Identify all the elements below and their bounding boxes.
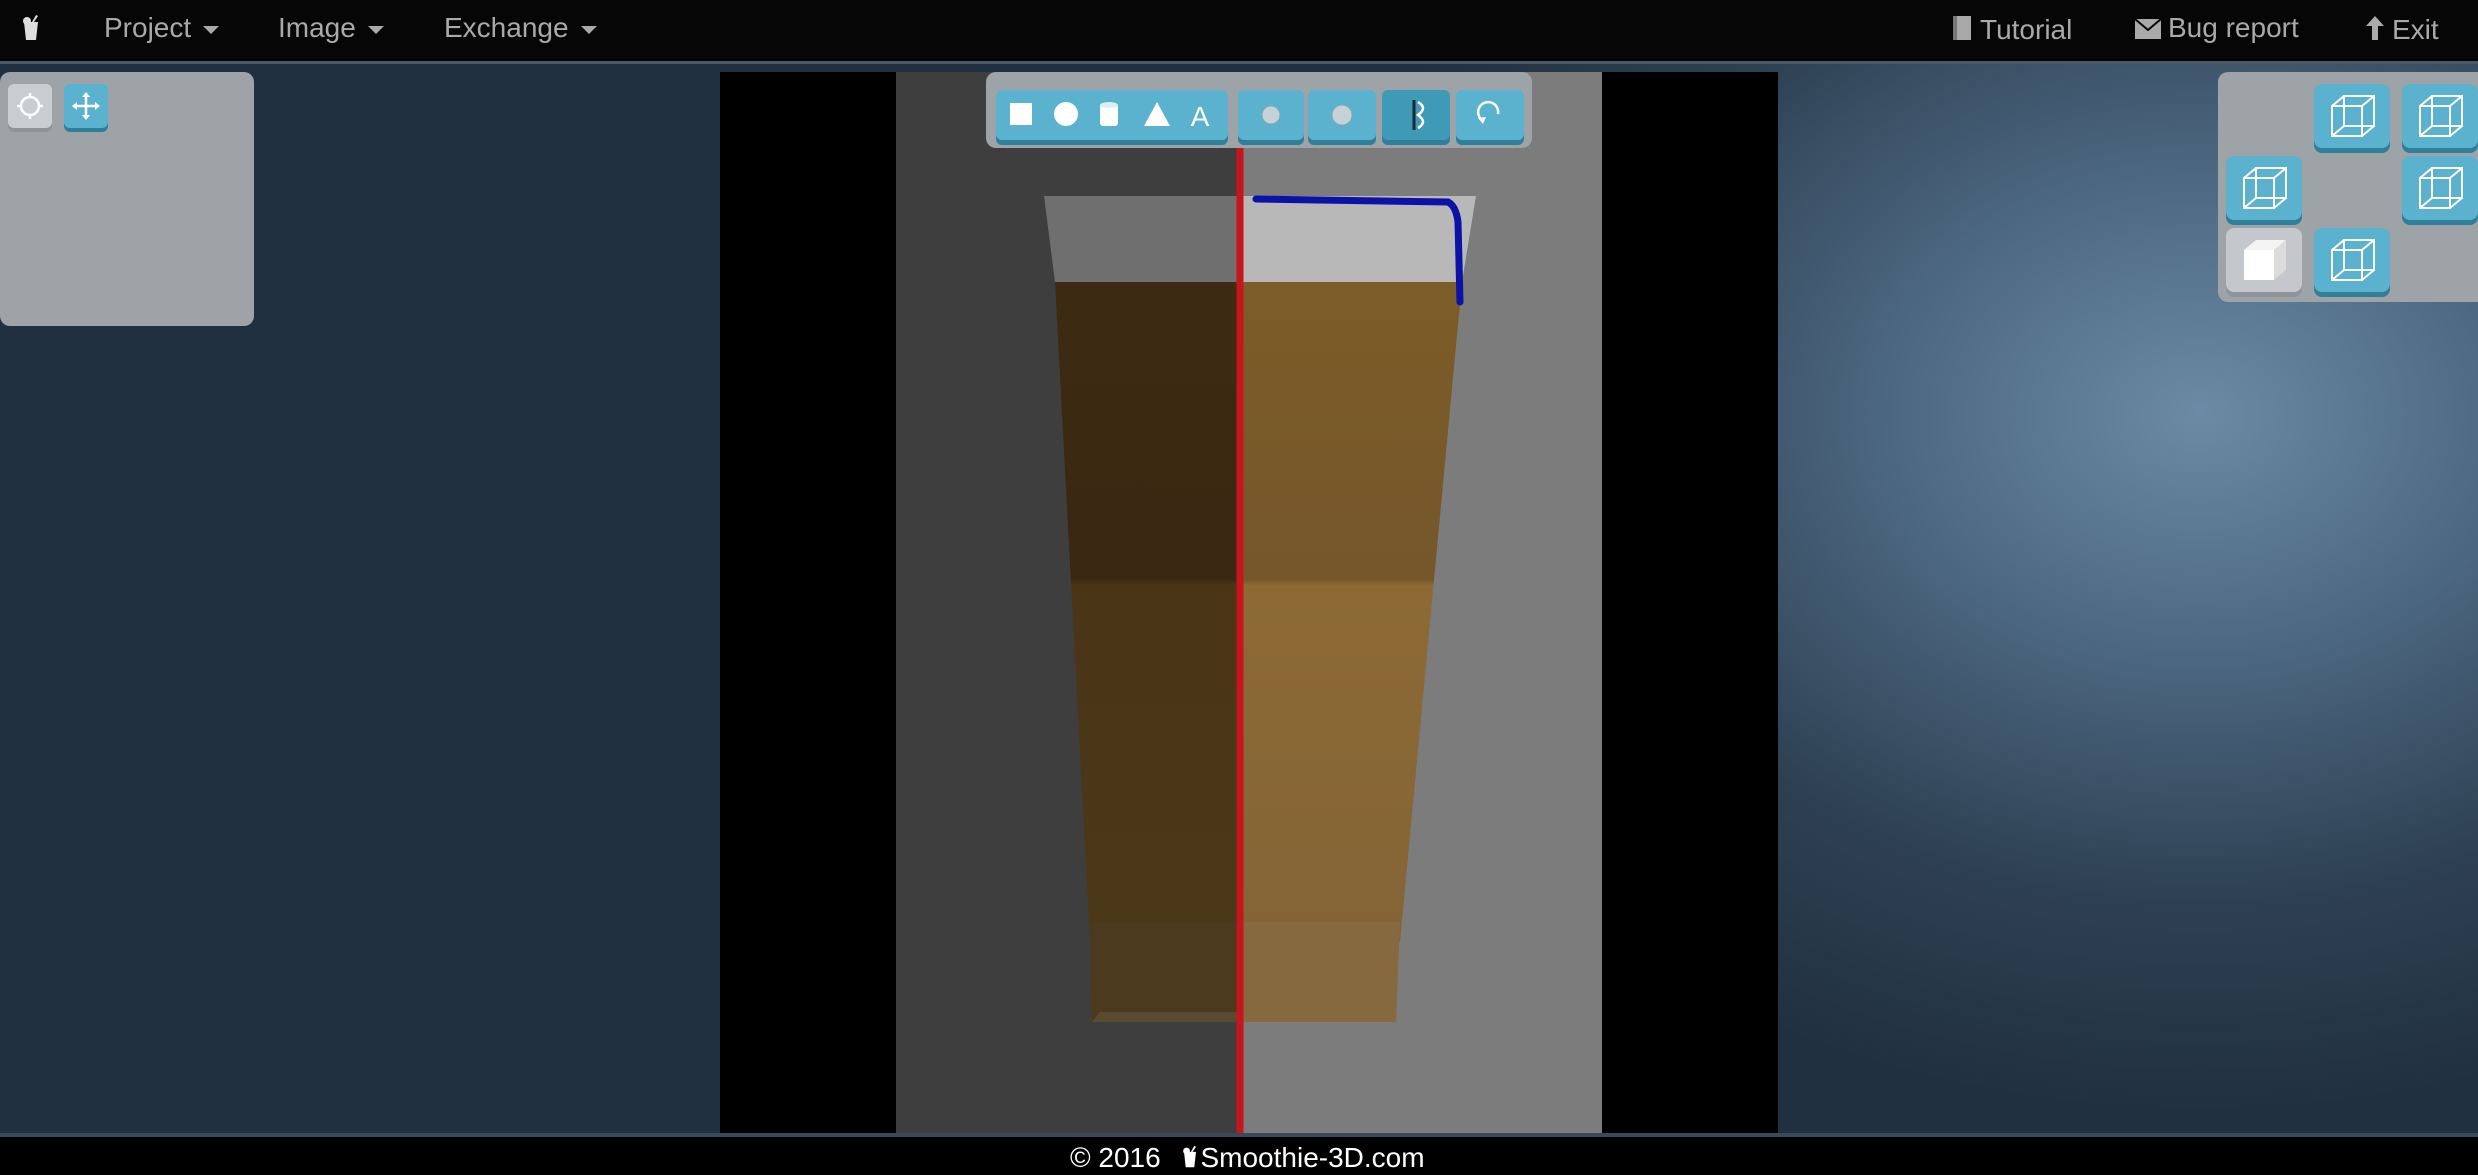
- smooth-icon: [1261, 105, 1281, 125]
- footer-bar: © 2016 Smoothie-3D.com: [0, 1133, 2478, 1175]
- cube-view-icon: [2331, 95, 2375, 137]
- reference-canvas[interactable]: [720, 72, 1778, 1133]
- exit-label: Exit: [2392, 14, 2439, 45]
- select-tool-button[interactable]: [8, 84, 52, 128]
- cube-view-icon: [2419, 95, 2463, 137]
- view-right-button[interactable]: [2402, 156, 2478, 220]
- brand-link[interactable]: Smoothie-3D.com: [1200, 1142, 1424, 1173]
- view-front-button[interactable]: [2314, 84, 2390, 148]
- text-icon[interactable]: A: [1191, 101, 1210, 132]
- inflate-tool-button[interactable]: [1308, 90, 1376, 140]
- menu-exchange[interactable]: Exchange: [444, 14, 597, 42]
- footer: © 2016 Smoothie-3D.com: [1070, 1143, 1425, 1173]
- smooth-tool-button[interactable]: [1238, 90, 1304, 140]
- tutorial-link[interactable]: Tutorial: [1950, 14, 2072, 44]
- smoothie-cup-icon: [1183, 1145, 1197, 1168]
- menu-project-label: Project: [104, 12, 192, 43]
- circle-select-icon: [17, 93, 43, 119]
- cube-view-icon: [2331, 239, 2375, 281]
- beer-glass-image: [1044, 72, 1476, 1133]
- mirror-icon: [1412, 100, 1425, 130]
- cube-icon[interactable]: [1010, 103, 1032, 125]
- envelope-icon: [2134, 18, 2162, 39]
- view-cube-panel: [2218, 72, 2478, 302]
- sphere-icon[interactable]: [1054, 102, 1078, 126]
- menu-exchange-label: Exchange: [444, 12, 569, 43]
- menu-image[interactable]: Image: [278, 14, 384, 42]
- cone-icon[interactable]: [1144, 102, 1170, 126]
- view-bottom-button[interactable]: [2314, 228, 2390, 292]
- menu-project[interactable]: Project: [104, 12, 220, 43]
- view-top-button[interactable]: [2402, 84, 2478, 148]
- shape-toolbar: A: [986, 72, 1532, 148]
- primitive-tools-icons: A: [1010, 101, 1210, 132]
- exit-link[interactable]: Exit: [2364, 14, 2439, 44]
- arrow-up-icon: [2366, 16, 2384, 40]
- inflate-icon: [1331, 104, 1353, 126]
- cube-view-icon: [2243, 167, 2287, 209]
- chevron-down-icon: [580, 25, 597, 34]
- smoothie-cup-icon[interactable]: [20, 14, 42, 42]
- modeling-viewport[interactable]: A: [0, 64, 2478, 1133]
- chevron-down-icon: [203, 25, 220, 34]
- solid-cube-icon: [2244, 240, 2286, 280]
- chevron-down-icon: [367, 25, 384, 34]
- rotate-tool-button[interactable]: [1456, 90, 1524, 140]
- menu-image-label: Image: [278, 12, 356, 43]
- cube-view-icon: [2419, 167, 2463, 209]
- copyright-text: © 2016: [1070, 1142, 1161, 1173]
- move-arrows-icon: [72, 92, 100, 120]
- view-perspective-button[interactable]: [2226, 228, 2302, 292]
- rotate-icon: [1476, 100, 1500, 124]
- tutorial-label: Tutorial: [1980, 14, 2073, 45]
- primitive-tools-group: A: [996, 90, 1228, 140]
- bug-report-link[interactable]: Bug report: [2134, 14, 2299, 42]
- tool-panel: [0, 72, 254, 326]
- book-icon: [1953, 16, 1971, 40]
- top-menu-bar: Project Image Exchange Tutorial Bug repo…: [0, 0, 2478, 64]
- bug-report-label: Bug report: [2168, 12, 2299, 43]
- mirror-tool-button[interactable]: [1382, 90, 1450, 140]
- move-tool-button[interactable]: [64, 84, 108, 128]
- view-left-button[interactable]: [2226, 156, 2302, 220]
- cylinder-icon[interactable]: [1100, 102, 1118, 126]
